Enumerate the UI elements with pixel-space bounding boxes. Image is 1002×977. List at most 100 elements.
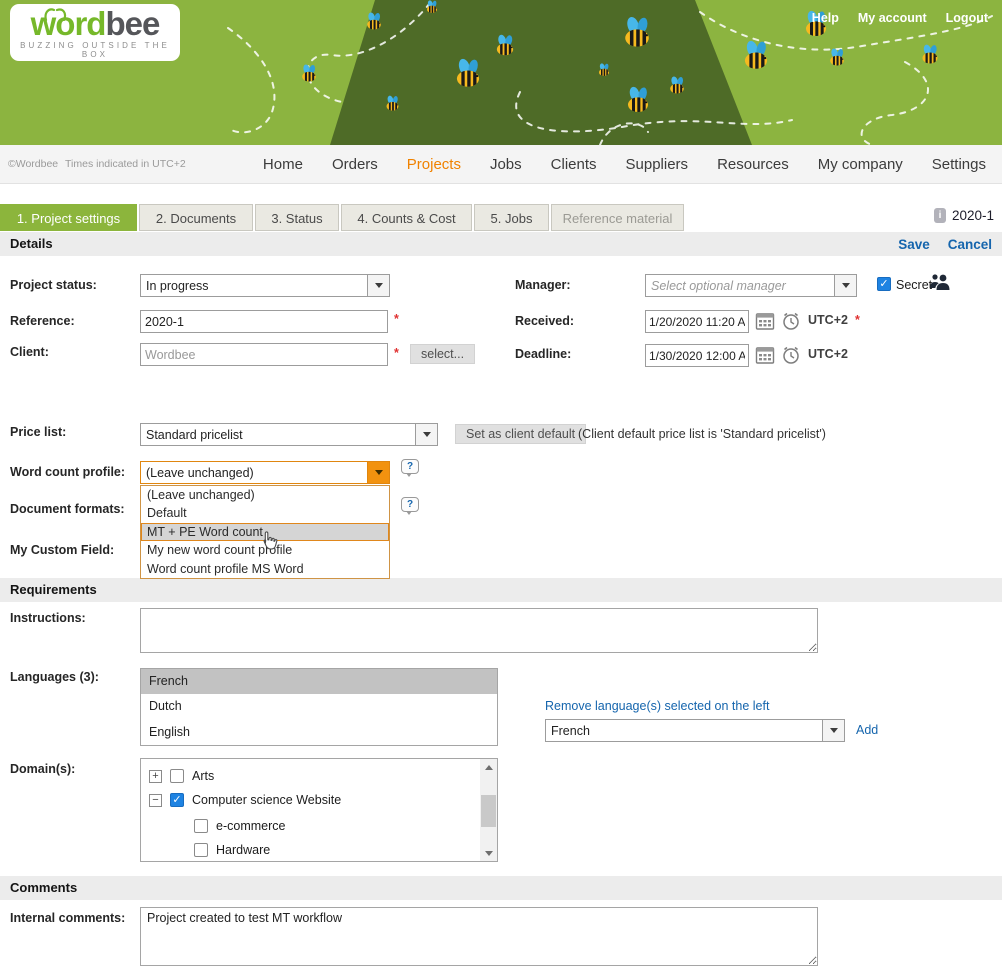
scrollbar-thumb[interactable] bbox=[481, 795, 496, 827]
cancel-button[interactable]: Cancel bbox=[948, 237, 992, 252]
nav-item-projects[interactable]: Projects bbox=[407, 156, 461, 173]
language-item-dutch[interactable]: Dutch bbox=[141, 694, 497, 719]
nav-item-clients[interactable]: Clients bbox=[551, 156, 597, 173]
page-header: wordbee BUZZING OUTSIDE THE BOX Help My … bbox=[0, 0, 1002, 145]
users-icon[interactable] bbox=[929, 273, 951, 291]
word-count-profile-input[interactable] bbox=[140, 461, 368, 484]
nav-item-home[interactable]: Home bbox=[263, 156, 303, 173]
client-select-button[interactable]: select... bbox=[410, 344, 475, 364]
reference-label: Reference: bbox=[10, 314, 75, 328]
nav-menu: Home Orders Projects Jobs Clients Suppli… bbox=[263, 145, 986, 183]
secret-checkbox[interactable]: ✓ bbox=[877, 277, 891, 291]
info-icon[interactable]: i bbox=[934, 208, 946, 223]
comments-title: Comments bbox=[10, 876, 77, 900]
domain-checkbox-computer-science[interactable]: ✓ bbox=[170, 793, 184, 807]
project-status-label: Project status: bbox=[10, 278, 97, 292]
logo-bee-text: bee bbox=[105, 5, 159, 42]
logout-link[interactable]: Logout bbox=[946, 11, 988, 25]
scroll-down-icon[interactable] bbox=[480, 845, 497, 861]
nav-item-resources[interactable]: Resources bbox=[717, 156, 789, 173]
domain-checkbox-hardware[interactable] bbox=[194, 843, 208, 857]
calendar-icon[interactable] bbox=[755, 345, 775, 365]
add-language-input[interactable] bbox=[545, 719, 823, 742]
set-client-default-button[interactable]: Set as client default bbox=[455, 424, 586, 444]
document-formats-label: Document formats: bbox=[10, 502, 125, 516]
collapse-icon[interactable]: − bbox=[149, 794, 162, 807]
tab-reference-material[interactable]: Reference material bbox=[551, 204, 684, 231]
word-count-profile-dropdown-button[interactable] bbox=[368, 461, 390, 484]
timezone-note: Times indicated in UTC+2 bbox=[65, 158, 186, 170]
option-leave-unchanged[interactable]: (Leave unchanged) bbox=[141, 486, 389, 504]
word-count-profile-options-list: (Leave unchanged) Default MT + PE Word c… bbox=[140, 485, 390, 579]
domain-row-ecommerce[interactable]: e-commerce bbox=[194, 817, 285, 835]
received-required-star: * bbox=[855, 313, 860, 327]
project-status-input[interactable] bbox=[140, 274, 368, 297]
help-link[interactable]: Help bbox=[812, 11, 839, 25]
client-input[interactable] bbox=[140, 343, 388, 366]
my-account-link[interactable]: My account bbox=[858, 11, 927, 25]
add-language-link[interactable]: Add bbox=[856, 723, 878, 737]
remove-languages-link[interactable]: Remove language(s) selected on the left bbox=[545, 699, 769, 713]
option-default[interactable]: Default bbox=[141, 504, 389, 522]
price-list-note: (Client default price list is 'Standard … bbox=[578, 427, 826, 441]
languages-label: Languages (3): bbox=[10, 670, 99, 684]
nav-item-my-company[interactable]: My company bbox=[818, 156, 903, 173]
price-list-select bbox=[140, 423, 438, 446]
wordbee-logo: wordbee BUZZING OUTSIDE THE BOX bbox=[10, 4, 180, 61]
main-navbar: ©Wordbee Times indicated in UTC+2 Home O… bbox=[0, 145, 1002, 184]
clock-icon[interactable] bbox=[781, 311, 801, 331]
nav-item-suppliers[interactable]: Suppliers bbox=[626, 156, 689, 173]
price-list-input[interactable] bbox=[140, 423, 416, 446]
option-mt-pe-word-count[interactable]: MT + PE Word count bbox=[141, 523, 389, 541]
secret-label: Secret bbox=[896, 278, 932, 292]
logo-tagline: BUZZING OUTSIDE THE BOX bbox=[10, 41, 180, 59]
domain-row-computer-science[interactable]: − ✓ Computer science Website bbox=[149, 791, 341, 809]
language-item-french[interactable]: French bbox=[141, 669, 497, 694]
domain-checkbox-ecommerce[interactable] bbox=[194, 819, 208, 833]
deadline-input[interactable] bbox=[645, 344, 749, 367]
scroll-up-icon[interactable] bbox=[480, 759, 497, 775]
domain-row-arts[interactable]: + Arts bbox=[149, 767, 214, 785]
expand-icon[interactable]: + bbox=[149, 770, 162, 783]
instructions-textarea[interactable] bbox=[140, 608, 818, 653]
tab-jobs[interactable]: 5. Jobs bbox=[474, 204, 549, 231]
word-count-profile-label: Word count profile: bbox=[10, 465, 125, 479]
manager-dropdown-button[interactable] bbox=[835, 274, 857, 297]
tab-documents[interactable]: 2. Documents bbox=[139, 204, 253, 231]
tab-counts-cost[interactable]: 4. Counts & Cost bbox=[341, 204, 472, 231]
received-input[interactable] bbox=[645, 310, 749, 333]
details-section-bar: Details Save Cancel bbox=[0, 232, 1002, 256]
language-item-english[interactable]: English bbox=[141, 720, 497, 745]
tab-status[interactable]: 3. Status bbox=[255, 204, 339, 231]
calendar-icon[interactable] bbox=[755, 311, 775, 331]
manager-select bbox=[645, 274, 857, 297]
option-my-new-word-count-profile[interactable]: My new word count profile bbox=[141, 541, 389, 559]
project-status-dropdown-button[interactable] bbox=[368, 274, 390, 297]
tab-project-settings[interactable]: 1. Project settings bbox=[0, 204, 137, 231]
domains-tree: + Arts − ✓ Computer science Website e-co… bbox=[140, 758, 498, 862]
nav-item-settings[interactable]: Settings bbox=[932, 156, 986, 173]
project-tabs: 1. Project settings 2. Documents 3. Stat… bbox=[0, 204, 686, 231]
nav-item-jobs[interactable]: Jobs bbox=[490, 156, 522, 173]
save-button[interactable]: Save bbox=[898, 237, 930, 252]
nav-item-orders[interactable]: Orders bbox=[332, 156, 378, 173]
chevron-down-icon bbox=[375, 283, 383, 288]
domain-checkbox-arts[interactable] bbox=[170, 769, 184, 783]
option-word-count-profile-ms-word[interactable]: Word count profile MS Word bbox=[141, 560, 389, 578]
clock-icon[interactable] bbox=[781, 345, 801, 365]
price-list-dropdown-button[interactable] bbox=[416, 423, 438, 446]
add-language-dropdown-button[interactable] bbox=[823, 719, 845, 742]
details-title: Details bbox=[10, 232, 53, 256]
reference-input[interactable] bbox=[140, 310, 388, 333]
header-triangle bbox=[330, 0, 752, 145]
copyright-text: ©Wordbee bbox=[8, 158, 58, 170]
internal-comments-textarea[interactable]: Project created to test MT workflow bbox=[140, 907, 818, 966]
bee-icon bbox=[830, 48, 844, 67]
requirements-title: Requirements bbox=[10, 578, 97, 602]
manager-input[interactable] bbox=[645, 274, 835, 297]
domain-row-hardware[interactable]: Hardware bbox=[194, 841, 270, 859]
help-icon[interactable]: ? bbox=[401, 459, 419, 474]
domains-scrollbar[interactable] bbox=[480, 759, 497, 861]
chevron-down-icon bbox=[375, 470, 383, 475]
help-icon[interactable]: ? bbox=[401, 497, 419, 512]
